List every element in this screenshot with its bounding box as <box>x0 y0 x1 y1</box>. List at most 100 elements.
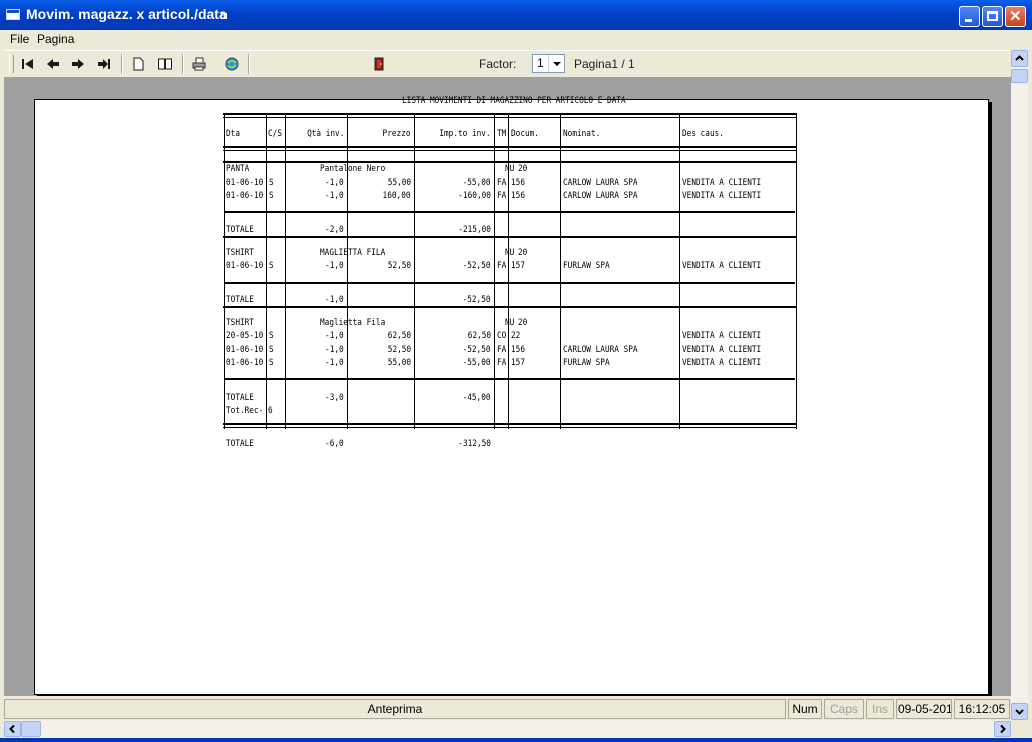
vertical-scroll-thumb[interactable] <box>1011 69 1028 83</box>
title-bar[interactable]: Movim. magazz. x articol./data ✕ <box>0 0 1032 30</box>
row-cs: S <box>269 358 274 368</box>
row-date: 01-06-10 <box>226 191 264 201</box>
group-separator <box>223 161 797 163</box>
subtotal-divider <box>225 378 795 380</box>
exit-button[interactable] <box>368 53 390 75</box>
restore-icon <box>987 11 998 21</box>
close-icon: ✕ <box>1009 8 1022 25</box>
menu-file[interactable]: File <box>10 32 29 46</box>
two-pages-button[interactable] <box>154 53 176 75</box>
factor-select[interactable]: 1 <box>532 54 565 73</box>
last-page-icon <box>98 59 110 69</box>
single-page-icon <box>133 57 144 71</box>
column-rule <box>560 113 561 429</box>
chevron-down-icon[interactable] <box>548 55 564 72</box>
last-page-button[interactable] <box>93 53 115 75</box>
horizontal-scroll-thumb[interactable] <box>21 721 41 737</box>
row-causale: VENDITA A CLIENTI <box>682 345 762 355</box>
column-header: Des caus. <box>682 129 724 139</box>
row-price: 160,00 <box>383 191 411 201</box>
row-causale: VENDITA A CLIENTI <box>682 261 762 271</box>
column-header: Docum. <box>511 129 539 139</box>
close-button[interactable]: ✕ <box>1005 6 1026 27</box>
group-description: Pantalone Nero <box>320 164 386 174</box>
next-page-icon <box>72 59 84 69</box>
report-title: LISTA MOVIMENTI DI MAGAZZINO PER ARTICOL… <box>402 96 626 106</box>
scroll-down-button[interactable] <box>1011 703 1028 720</box>
exit-door-icon <box>374 57 384 71</box>
row-cs: S <box>269 261 274 271</box>
total-amount: -52,50 <box>463 295 491 305</box>
two-pages-icon <box>158 58 172 70</box>
factor-value: 1 <box>537 56 544 70</box>
group-qty-type: 20 <box>518 318 528 328</box>
minimize-button[interactable] <box>959 6 980 27</box>
first-page-icon <box>22 59 33 69</box>
total-qty: -3,0 <box>325 393 344 403</box>
scroll-up-button[interactable] <box>1011 50 1028 67</box>
column-rule <box>285 113 286 429</box>
row-price: 52,50 <box>387 345 411 355</box>
row-nominat: FURLAW SPA <box>563 358 610 368</box>
row-cs: S <box>269 178 274 188</box>
column-rule <box>508 113 509 429</box>
scroll-left-button[interactable] <box>4 721 21 737</box>
row-price: 62,50 <box>387 331 411 341</box>
grand-total-qty: -6,0 <box>325 439 344 449</box>
total-amount: -215,00 <box>458 225 491 235</box>
row-doc: 156 <box>511 345 525 355</box>
row-tm: FA <box>497 178 507 188</box>
tot-rec-value: 6 <box>268 406 273 416</box>
total-amount: -45,00 <box>463 393 491 403</box>
row-price: 55,00 <box>387 178 411 188</box>
row-tm: FA <box>497 358 507 368</box>
first-page-button[interactable] <box>17 53 39 75</box>
row-qty: -1,0 <box>325 261 344 271</box>
subtotal-divider <box>225 211 795 213</box>
total-label: TOTALE <box>226 393 254 403</box>
preview-viewport: LISTA MOVIMENTI DI MAGAZZINO PER ARTICOL… <box>4 77 1011 696</box>
single-page-button[interactable] <box>127 53 149 75</box>
report-page: LISTA MOVIMENTI DI MAGAZZINO PER ARTICOL… <box>34 96 989 695</box>
toolbar-grip[interactable] <box>9 55 14 73</box>
next-page-button[interactable] <box>67 53 89 75</box>
header-bottom-border <box>223 146 797 148</box>
horizontal-scrollbar[interactable] <box>4 720 1011 738</box>
group-um: NU <box>505 318 515 328</box>
row-amount: -55,00 <box>463 178 491 188</box>
total-label: TOTALE <box>226 295 254 305</box>
row-date: 01-06-10 <box>226 261 264 271</box>
row-nominat: CARLOW LAURA SPA <box>563 178 638 188</box>
status-main-panel: Anteprima <box>4 699 786 719</box>
print-preview-window: Movim. magazz. x articol./data ✕ File Pa… <box>0 0 1032 742</box>
export-icon <box>225 57 239 71</box>
window-app-icon[interactable] <box>6 9 20 20</box>
column-header: C/S <box>268 129 282 139</box>
column-header: Qtà inv. <box>306 129 344 139</box>
menu-bar: File Pagina <box>0 30 1032 48</box>
row-amount: -52,50 <box>463 345 491 355</box>
grand-total-amount: -312,50 <box>458 439 491 449</box>
column-rule <box>224 113 225 429</box>
row-qty: -1,0 <box>325 345 344 355</box>
export-button[interactable] <box>221 53 243 75</box>
table-bottom-border <box>223 423 797 425</box>
previous-page-button[interactable] <box>42 53 64 75</box>
scroll-right-button[interactable] <box>994 721 1011 737</box>
column-rule <box>796 113 797 429</box>
print-button[interactable] <box>188 53 210 75</box>
row-nominat: CARLOW LAURA SPA <box>563 191 638 201</box>
table-top-border <box>223 113 797 115</box>
column-header: TM <box>497 129 507 139</box>
group-description: MAGLIETTA FILA <box>320 248 386 258</box>
row-causale: VENDITA A CLIENTI <box>682 178 762 188</box>
factor-label: Factor: <box>479 57 517 71</box>
toolbar-separator <box>182 54 184 74</box>
chevron-right-icon <box>1000 724 1006 734</box>
menu-pagina[interactable]: Pagina <box>37 32 74 46</box>
restore-button[interactable] <box>982 6 1003 27</box>
column-header: Prezzo <box>383 129 411 139</box>
row-tm: FA <box>497 345 507 355</box>
vertical-scrollbar[interactable] <box>1011 50 1028 720</box>
total-qty: -2,0 <box>325 225 344 235</box>
